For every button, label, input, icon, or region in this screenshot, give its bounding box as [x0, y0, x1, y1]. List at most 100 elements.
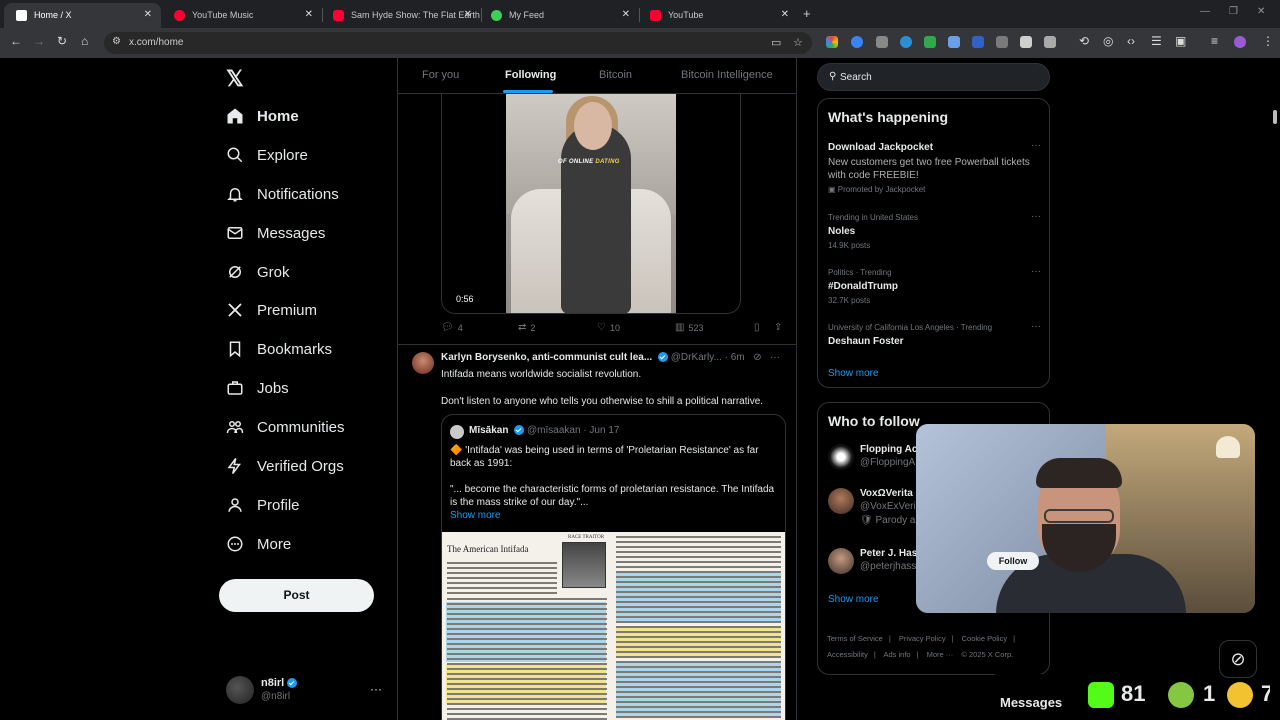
extension-icon[interactable]: [972, 36, 984, 48]
tab-for-you[interactable]: For you: [422, 69, 459, 81]
more-icon[interactable]: ···: [1031, 266, 1041, 277]
author-name[interactable]: Karlyn Borysenko, anti-communist cult le…: [441, 352, 652, 363]
close-window-icon[interactable]: ✕: [1257, 6, 1265, 17]
scanned-document-image[interactable]: The American Intifada RACE TRAITOR: [442, 532, 785, 720]
sidepanel-icon[interactable]: ▣: [1175, 34, 1186, 48]
sidebar-item-messages[interactable]: Messages: [226, 218, 325, 248]
sidebar-item-bookmarks[interactable]: Bookmarks: [226, 334, 332, 364]
more-icon[interactable]: ···: [370, 682, 382, 696]
follow-button[interactable]: Follow: [987, 552, 1039, 570]
footer-privacy[interactable]: Privacy Policy: [899, 634, 946, 643]
x-logo[interactable]: 𝕏: [226, 66, 244, 92]
close-icon[interactable]: ✕: [464, 9, 472, 20]
sidebar-item-explore[interactable]: Explore: [226, 140, 308, 170]
sidebar-item-notifications[interactable]: Notifications: [226, 179, 339, 209]
show-more-link[interactable]: Show more: [828, 594, 879, 605]
footer-accessibility[interactable]: Accessibility: [827, 650, 868, 659]
extension-icon[interactable]: [924, 36, 936, 48]
grok-floating-button[interactable]: ⊘: [1219, 640, 1257, 678]
screenshot-icon[interactable]: ◎: [1103, 34, 1113, 48]
extensions-puzzle-icon[interactable]: [1044, 36, 1056, 48]
close-icon[interactable]: ✕: [305, 9, 313, 20]
scrollbar-thumb[interactable]: [1273, 110, 1277, 124]
tab-search-icon[interactable]: ≡: [1211, 34, 1218, 48]
tab-youtube-music[interactable]: YouTube Music ✕: [162, 3, 322, 28]
minimize-icon[interactable]: —: [1200, 6, 1210, 17]
trend-item[interactable]: Download Jackpocket New customers get tw…: [828, 140, 1043, 194]
footer-cookie[interactable]: Cookie Policy: [962, 634, 1007, 643]
close-icon[interactable]: ✕: [622, 9, 630, 20]
extension-icon[interactable]: [826, 36, 838, 48]
video-player[interactable]: OF ONLINE DATING 0:56: [441, 94, 741, 314]
trend-item[interactable]: Politics · Trending #DonaldTrump 32.7K p…: [828, 266, 1043, 305]
reload-icon[interactable]: ↻: [57, 34, 67, 48]
share-button[interactable]: ⇪: [774, 322, 786, 333]
close-icon[interactable]: ✕: [781, 9, 789, 20]
extension-icon[interactable]: [996, 36, 1008, 48]
extension-icon[interactable]: [948, 36, 960, 48]
more-icon[interactable]: ···: [1031, 140, 1041, 151]
search-input[interactable]: ⚲ Search: [817, 63, 1050, 91]
sidebar-item-more[interactable]: More: [226, 529, 291, 559]
show-more-link[interactable]: Show more: [828, 368, 879, 379]
show-more-link[interactable]: Show more: [450, 510, 501, 521]
page-scrollbar[interactable]: [1270, 58, 1280, 720]
cast-icon[interactable]: ▭: [771, 36, 781, 49]
tweet-time[interactable]: · 6m: [725, 352, 745, 363]
more-icon[interactable]: ···: [1031, 321, 1041, 332]
home-browser-icon[interactable]: ⌂: [81, 34, 88, 48]
tab-home-x[interactable]: Home / X ✕: [4, 3, 161, 28]
site-info-icon[interactable]: ⚙: [112, 36, 121, 47]
author-handle[interactable]: @DrKarly...: [671, 352, 722, 363]
quoted-tweet[interactable]: Mīsākan @mīsaakan · Jun 17 🔶 'Intifada' …: [441, 414, 786, 720]
repost-button[interactable]: ⇄ 2: [518, 322, 535, 333]
document-text-line: [447, 613, 607, 615]
devtools-icon[interactable]: ‹›: [1127, 34, 1135, 48]
sidebar-item-profile[interactable]: Profile: [226, 490, 300, 520]
more-icon[interactable]: ···: [770, 352, 780, 363]
history-icon[interactable]: ⟲: [1079, 34, 1089, 48]
reply-button[interactable]: 💬︎ 4: [441, 322, 463, 333]
post-button[interactable]: Post: [219, 579, 374, 612]
tab-youtube[interactable]: YouTube ✕: [638, 3, 798, 28]
sidebar-item-home[interactable]: Home: [226, 101, 299, 131]
account-switcher[interactable]: n8irl @n8irl ···: [226, 676, 386, 710]
tab-my-feed[interactable]: My Feed ✕: [479, 3, 639, 28]
bookmark-button[interactable]: ▯: [754, 322, 764, 333]
sidebar-item-grok[interactable]: Grok: [226, 257, 290, 287]
new-tab-button[interactable]: +: [803, 6, 811, 21]
sidebar-item-communities[interactable]: Communities: [226, 412, 345, 442]
trend-item[interactable]: Trending in United States Noles 14.9K po…: [828, 211, 1043, 250]
views-button[interactable]: ▥ 523: [675, 322, 703, 333]
tab-bitcoin[interactable]: Bitcoin: [599, 69, 632, 81]
star-icon[interactable]: ☆: [793, 36, 803, 49]
grok-icon[interactable]: ⊘: [753, 352, 761, 363]
like-button[interactable]: ♡ 10: [597, 322, 620, 333]
extension-icon[interactable]: [876, 36, 888, 48]
sidebar-item-verified-orgs[interactable]: Verified Orgs: [226, 451, 344, 481]
footer-ads[interactable]: Ads info: [883, 650, 910, 659]
extension-icon[interactable]: [900, 36, 912, 48]
forward-icon[interactable]: →: [33, 34, 45, 48]
address-bar[interactable]: ⚙ x.com/home ▭ ☆: [104, 32, 812, 54]
trend-item[interactable]: University of California Los Angeles · T…: [828, 321, 1043, 347]
profile-avatar-icon[interactable]: [1234, 36, 1246, 48]
tab-following[interactable]: Following: [505, 69, 556, 81]
sidebar-item-premium[interactable]: Premium: [226, 295, 317, 325]
reading-list-icon[interactable]: ☰: [1151, 34, 1162, 48]
back-icon[interactable]: ←: [10, 34, 22, 48]
extension-icon[interactable]: [1020, 36, 1032, 48]
tab-sam-hyde[interactable]: Sam Hyde Show: The Flat Earth ✕: [321, 3, 481, 28]
avatar[interactable]: [412, 352, 434, 374]
tab-bitcoin-intelligence[interactable]: Bitcoin Intelligence: [681, 69, 773, 81]
extension-icon[interactable]: [851, 36, 863, 48]
more-icon[interactable]: ···: [1031, 211, 1041, 222]
maximize-icon[interactable]: ❐: [1229, 6, 1238, 17]
menu-kebab-icon[interactable]: ⋮: [1262, 34, 1274, 48]
sidebar-item-jobs[interactable]: Jobs: [226, 373, 289, 403]
messages-drawer[interactable]: Messages: [986, 674, 1080, 720]
footer-terms[interactable]: Terms of Service: [827, 634, 883, 643]
footer-more[interactable]: More ···: [927, 650, 954, 659]
url-text[interactable]: x.com/home: [129, 37, 183, 48]
close-icon[interactable]: ✕: [144, 9, 152, 20]
